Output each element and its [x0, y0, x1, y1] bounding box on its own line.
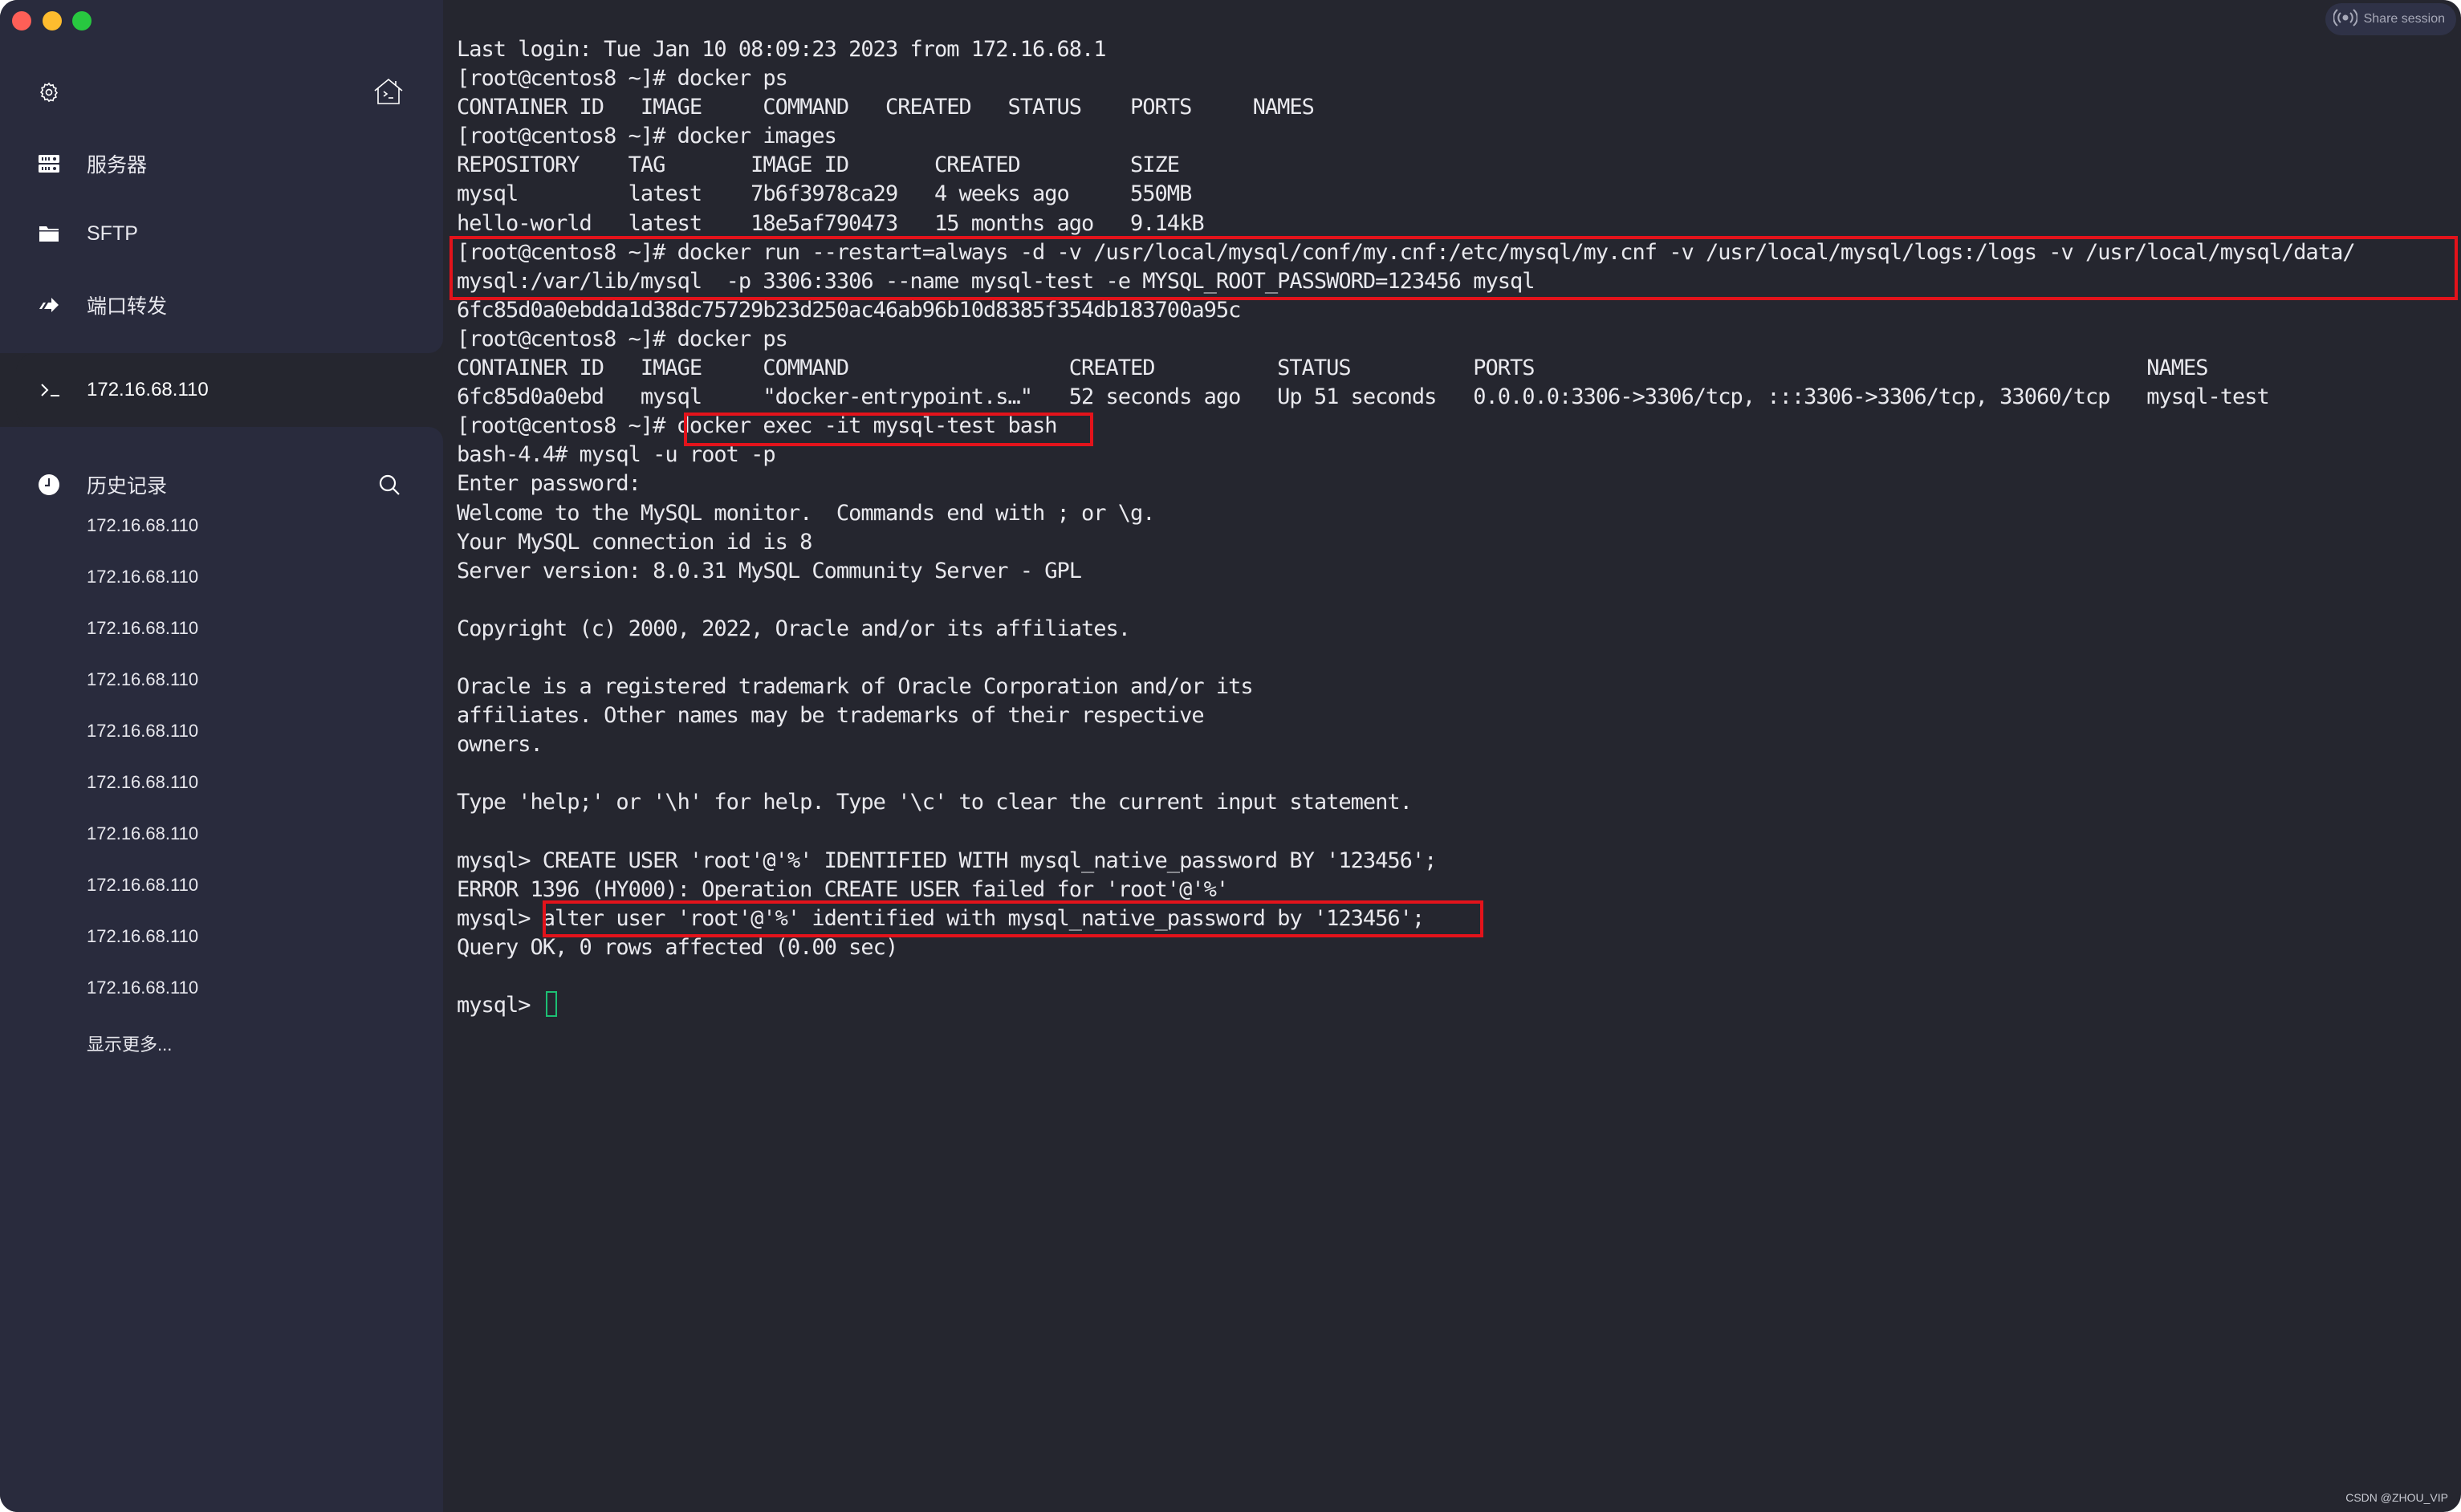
window-maximize-button[interactable]	[72, 11, 92, 30]
history-item[interactable]: 172.16.68.110	[87, 618, 198, 639]
history-item[interactable]: 172.16.68.110	[87, 567, 198, 587]
history-header: 历史记录	[0, 461, 443, 509]
terminal-line: 6fc85d0a0ebdda1d38dc75729b23d250ac46ab96…	[457, 297, 1241, 323]
terminal-prompt-line[interactable]: mysql>	[457, 991, 2461, 1020]
history-show-more[interactable]: 显示更多...	[87, 1030, 172, 1056]
broadcast-icon	[2332, 8, 2358, 31]
terminal-line: [root@centos8 ~]# docker images	[457, 124, 837, 149]
terminal-line: Query OK, 0 rows affected (0.00 sec)	[457, 934, 898, 960]
terminal-line: 6fc85d0a0ebd mysql "docker-entrypoint.s……	[457, 384, 2270, 410]
history-item[interactable]: 172.16.68.110	[87, 515, 198, 536]
share-session-button[interactable]: Share session	[2325, 3, 2456, 35]
sidebar-active-session[interactable]: 172.16.68.110	[16, 353, 443, 427]
sidebar-item-label: 服务器	[87, 154, 148, 177]
terminal-line: Oracle is a registered trademark of Orac…	[457, 674, 1254, 700]
server-icon	[37, 152, 61, 176]
session-host: 172.16.68.110	[87, 379, 209, 400]
history-item[interactable]: 172.16.68.110	[87, 772, 198, 793]
terminal-line: Your MySQL connection id is 8	[457, 529, 812, 555]
sidebar-history-panel: 历史记录 172.16.68.110 172.16.68.110 172.16.…	[0, 427, 443, 1512]
terminal-line: mysql> CREATE USER 'root'@'%' IDENTIFIED…	[457, 847, 1437, 873]
window-minimize-button[interactable]	[43, 11, 62, 30]
terminal-line: [root@centos8 ~]# docker ps	[457, 326, 788, 352]
terminal-line: CONTAINER ID IMAGE COMMAND CREATED STATU…	[457, 356, 2209, 381]
highlight-docker-exec-command	[684, 413, 1093, 446]
gear-icon[interactable]	[37, 80, 61, 104]
terminal-line: [root@centos8 ~]# docker ps	[457, 66, 788, 91]
search-icon[interactable]	[377, 473, 401, 497]
history-item[interactable]: 172.16.68.110	[87, 823, 198, 844]
terminal-line: Welcome to the MySQL monitor. Commands e…	[457, 500, 1156, 526]
sidebar-item-label: SFTP	[87, 222, 138, 245]
terminal-line: CONTAINER ID IMAGE COMMAND CREATED STATU…	[457, 95, 1315, 120]
sidebar-item-sftp[interactable]: SFTP	[0, 209, 443, 258]
window-close-button[interactable]	[12, 11, 31, 30]
history-item[interactable]: 172.16.68.110	[87, 721, 198, 742]
sidebar-item-servers[interactable]: 服务器	[0, 140, 443, 188]
terminal-line: affiliates. Other names may be trademark…	[457, 703, 1205, 729]
terminal-line: REPOSITORY TAG IMAGE ID CREATED SIZE	[457, 152, 1180, 178]
history-item[interactable]: 172.16.68.110	[87, 926, 198, 947]
history-item[interactable]: 172.16.68.110	[87, 875, 198, 896]
history-title: 历史记录	[87, 475, 168, 498]
watermark: CSDN @ZHOU_VIP	[2345, 1491, 2448, 1504]
highlight-alter-user-command	[543, 900, 1483, 937]
terminal-line: mysql latest 7b6f3978ca29 4 weeks ago 55…	[457, 181, 1192, 207]
sidebar: 服务器 SFTP 端口转发 172.16.68.110 历史记录 172.16.…	[0, 0, 443, 1512]
terminal-home-icon[interactable]	[372, 77, 405, 106]
terminal-line: Last login: Tue Jan 10 08:09:23 2023 fro…	[457, 37, 1107, 62]
sidebar-top-panel: 服务器 SFTP 端口转发	[0, 0, 443, 353]
history-item[interactable]: 172.16.68.110	[87, 669, 198, 690]
terminal-line: Enter password:	[457, 471, 641, 497]
sidebar-item-port-forwarding[interactable]: 端口转发	[0, 281, 443, 329]
sidebar-item-label: 端口转发	[87, 295, 168, 318]
terminal-line: owners.	[457, 732, 543, 758]
terminal-line: Type 'help;' or '\h' for help. Type '\c'…	[457, 790, 1413, 815]
mysql-prompt: mysql>	[457, 993, 543, 1018]
folder-icon	[37, 222, 61, 246]
terminal-app-window: 服务器 SFTP 端口转发 172.16.68.110 历史记录 172.16.…	[0, 0, 2461, 1512]
port-forward-icon	[37, 293, 61, 317]
terminal-line: Server version: 8.0.31 MySQL Community S…	[457, 558, 1082, 583]
clock-icon	[37, 473, 61, 497]
history-item[interactable]: 172.16.68.110	[87, 978, 198, 998]
terminal-cursor	[545, 991, 557, 1018]
terminal-line: Copyright (c) 2000, 2022, Oracle and/or …	[457, 616, 1131, 641]
share-session-label: Share session	[2363, 12, 2445, 26]
highlight-docker-run-command	[449, 236, 2458, 300]
terminal-line: hello-world latest 18e5af790473 15 month…	[457, 210, 1205, 236]
terminal-output[interactable]: Last login: Tue Jan 10 08:09:23 2023 fro…	[457, 35, 2461, 1020]
terminal-prompt-icon	[39, 378, 63, 402]
